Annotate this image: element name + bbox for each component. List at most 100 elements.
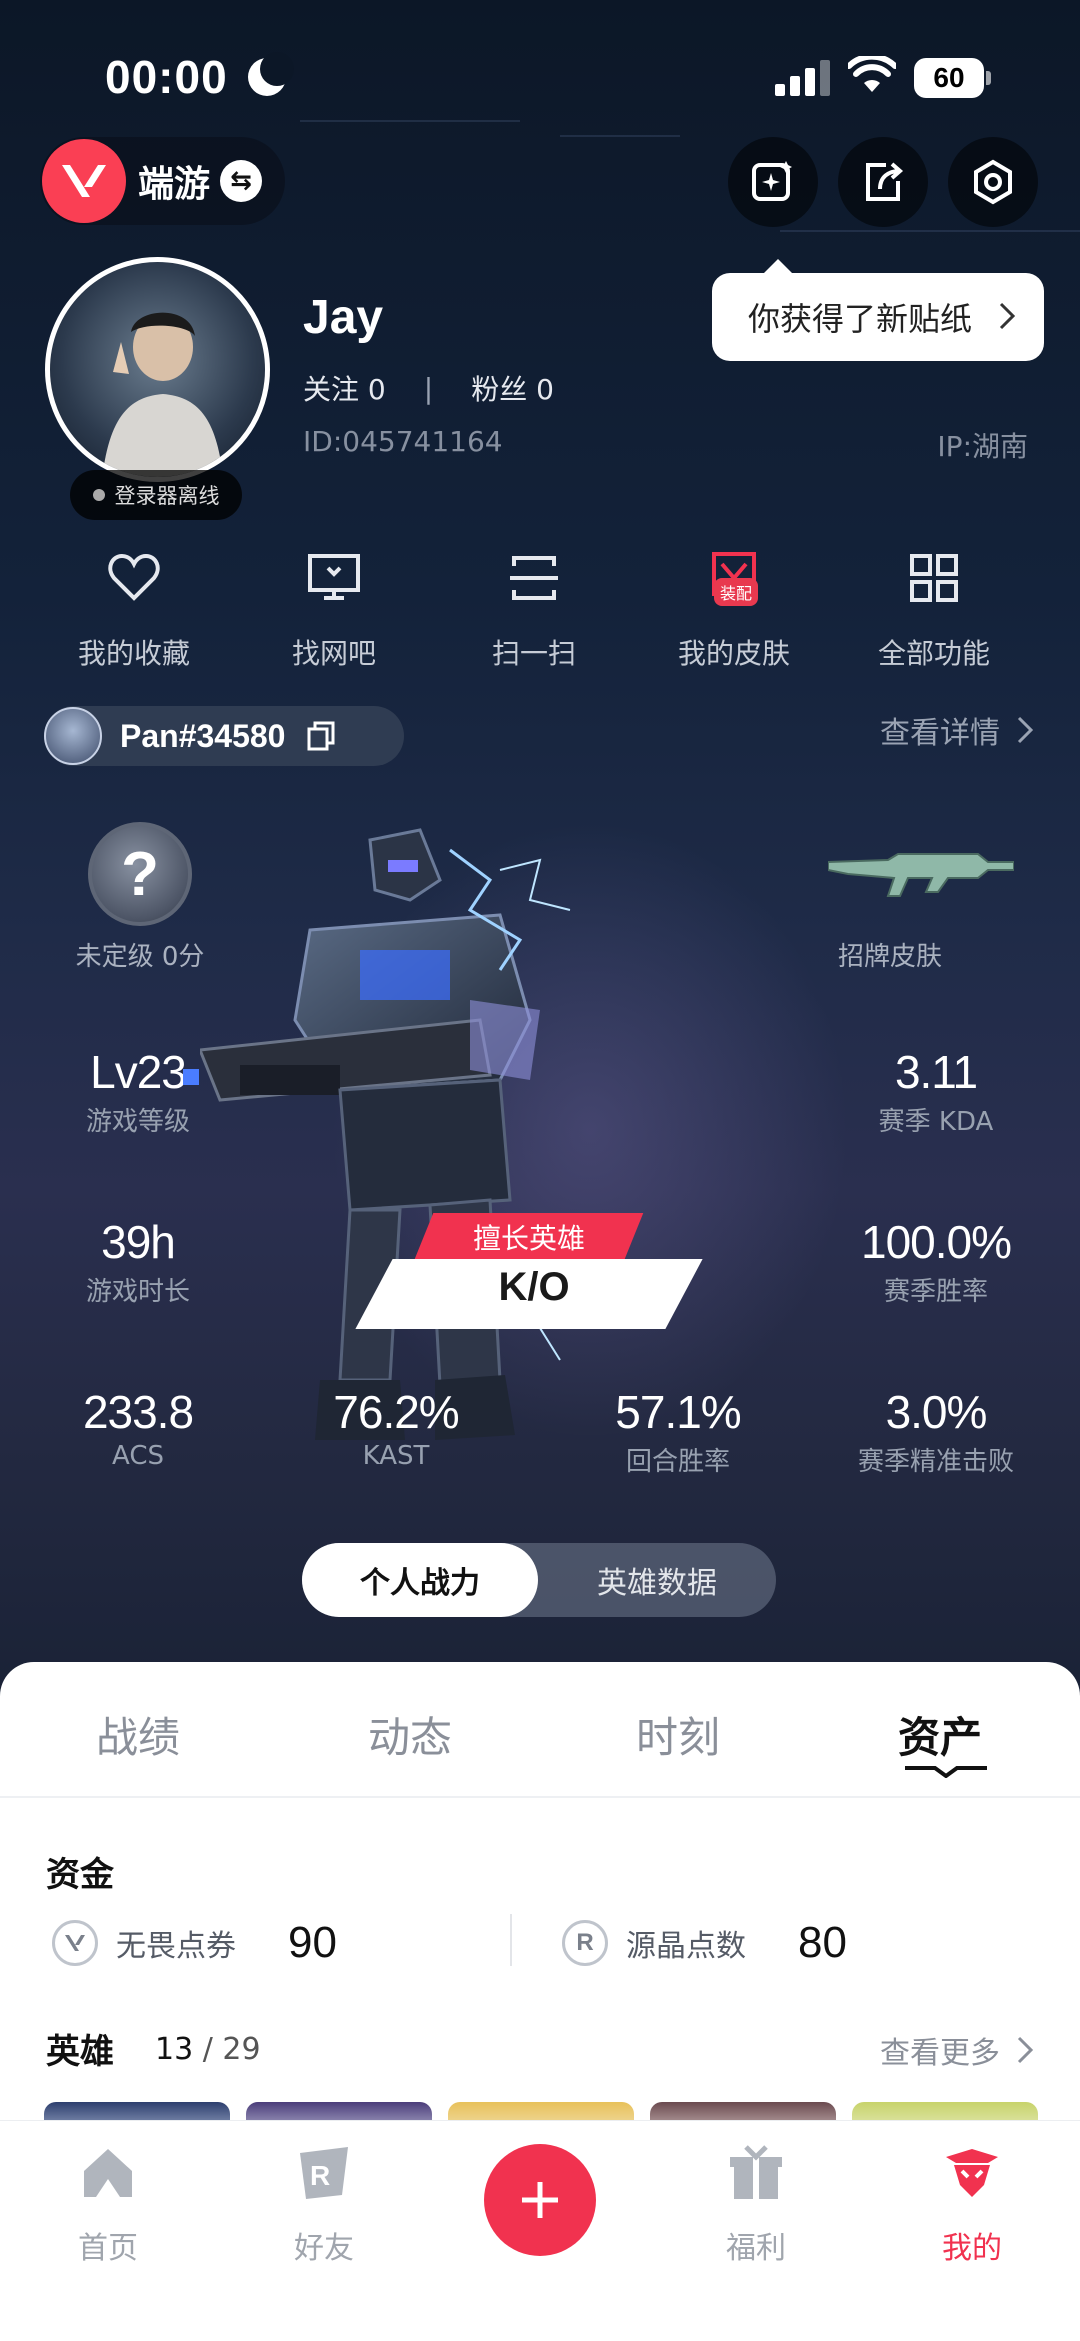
stat-value: Lv23	[90, 1046, 187, 1098]
avatar[interactable]	[45, 257, 270, 482]
heroes-owned: 13	[155, 2032, 194, 2067]
fans-link[interactable]: 粉丝 0	[471, 368, 554, 408]
valorant-points-label: 无畏点券	[116, 1929, 236, 1964]
level-indicator-dot	[183, 1069, 199, 1085]
fans-count: 0	[536, 373, 554, 406]
heroes-count: 13 / 29	[155, 2032, 261, 2067]
rifle-icon[interactable]	[828, 848, 1014, 898]
svg-text:R: R	[310, 2160, 330, 2191]
copy-icon[interactable]	[307, 721, 335, 751]
heart-icon	[108, 553, 160, 601]
segment-hero-data[interactable]: 英雄数据	[538, 1543, 776, 1617]
stat-label: 游戏时长	[85, 1277, 190, 1307]
radianite-points-icon: R	[562, 1920, 608, 1966]
heroes-more-link[interactable]: 查看更多	[880, 2028, 1034, 2072]
gift-icon	[730, 2145, 782, 2199]
rank-label: 未定级 0分	[75, 942, 205, 972]
equip-tag: 装配	[714, 578, 759, 606]
nav-rewards[interactable]: 福利	[676, 2141, 836, 2267]
username: Jay	[303, 291, 384, 344]
bottom-navigation: 首页 R 好友 福利 我的	[0, 2120, 1080, 2341]
stat-value: 233.8	[82, 1386, 194, 1438]
stat-value: 3.11	[894, 1046, 978, 1098]
share-icon	[866, 162, 904, 201]
quick-action-favorites[interactable]: 我的收藏	[34, 548, 234, 672]
nav-label: 福利	[726, 2231, 786, 2266]
active-tab-indicator	[905, 1766, 987, 1778]
friends-icon: R	[300, 2147, 348, 2199]
avatar-figure-icon	[102, 312, 223, 477]
best-hero-badge[interactable]: 擅长英雄 K/O	[355, 1213, 714, 1333]
tab-record[interactable]: 战绩	[96, 1704, 180, 1765]
stat-label: 游戏等级	[85, 1107, 190, 1137]
valorant-logo-icon	[42, 139, 126, 223]
following-link[interactable]: 关注 0	[303, 368, 386, 408]
stat-kda: 3.11 赛季 KDA	[826, 1045, 1046, 1138]
quick-action-label: 扫一扫	[491, 637, 576, 670]
user-id[interactable]: ID:045741164	[303, 425, 503, 458]
heroes-total: 29	[222, 2032, 261, 2067]
nav-label: 好友	[294, 2231, 354, 2266]
nav-label: 首页	[78, 2231, 138, 2266]
game-switch-button[interactable]: 端游 ⇆	[40, 137, 285, 225]
stat-value: 3.0%	[885, 1386, 988, 1438]
new-sticker-toast[interactable]: 你获得了新贴纸	[712, 259, 1044, 361]
fans-label: 粉丝	[471, 373, 528, 406]
battery-indicator: 60	[914, 58, 991, 98]
quick-action-label: 找网吧	[291, 637, 376, 670]
game-account-pill[interactable]: Pan#34580	[44, 706, 404, 766]
launcher-status-text: 登录器离线	[114, 484, 220, 508]
sticker-icon	[752, 161, 792, 201]
best-hero-name: K/O	[498, 1265, 570, 1309]
follow-separator: |	[423, 371, 434, 405]
heroes-more-label: 查看更多	[880, 2036, 1000, 2071]
stat-value: 57.1%	[615, 1386, 741, 1438]
quick-action-label: 我的收藏	[77, 637, 190, 670]
nav-friends[interactable]: R 好友	[244, 2141, 404, 2267]
sticker-button[interactable]	[728, 137, 818, 227]
stat-label: KAST	[362, 1441, 430, 1471]
rank-icon[interactable]: ?	[88, 822, 192, 926]
game-account-name: Pan#34580	[120, 717, 286, 754]
following-label: 关注	[303, 373, 360, 406]
stat-acs: 233.8 ACS	[28, 1385, 248, 1471]
radianite-points-row[interactable]: R 源晶点数 80	[562, 1918, 847, 1968]
radianite-points-label: 源晶点数	[626, 1929, 746, 1964]
status-time: 00:00	[105, 51, 228, 103]
create-post-button[interactable]	[484, 2144, 596, 2256]
valorant-points-value: 90	[288, 1918, 337, 1967]
launcher-status-badge: 登录器离线	[70, 470, 242, 520]
quick-action-net-cafe[interactable]: 找网吧	[234, 548, 434, 672]
quick-action-scan[interactable]: 扫一扫	[434, 548, 634, 672]
wifi-icon	[848, 56, 896, 92]
stat-label: 赛季精准击败	[857, 1447, 1014, 1477]
nav-me[interactable]: 我的	[892, 2141, 1052, 2267]
stats-segment-control: 个人战力 英雄数据	[302, 1543, 776, 1617]
stat-level: Lv23 游戏等级	[28, 1045, 248, 1138]
plus-icon	[522, 2182, 558, 2218]
stat-round-win: 57.1% 回合胜率	[568, 1385, 788, 1478]
tab-assets[interactable]: 资产	[898, 1704, 982, 1765]
signal-icon	[775, 58, 831, 96]
best-hero-tag: 擅长英雄	[472, 1222, 585, 1255]
nav-home[interactable]: 首页	[28, 2141, 188, 2267]
stat-label: 赛季胜率	[883, 1277, 988, 1307]
chevron-right-icon	[999, 302, 1016, 330]
segment-personal-power[interactable]: 个人战力	[302, 1543, 538, 1617]
signature-skin-label: 招牌皮肤	[838, 942, 943, 972]
currency-divider	[510, 1914, 512, 1966]
tab-moments[interactable]: 时刻	[636, 1704, 720, 1765]
tab-feed[interactable]: 动态	[368, 1704, 452, 1765]
ip-location: IP:湖南	[937, 430, 1028, 463]
quick-action-my-skins[interactable]: 装配 我的皮肤	[634, 548, 834, 672]
settings-button[interactable]	[948, 137, 1038, 227]
stat-label: 赛季 KDA	[878, 1107, 994, 1137]
view-details-label: 查看详情	[880, 716, 1000, 751]
view-details-link[interactable]: 查看详情	[880, 708, 1034, 752]
home-icon	[84, 2149, 132, 2197]
valorant-points-row[interactable]: 无畏点券 90	[52, 1918, 337, 1968]
share-button[interactable]	[838, 137, 928, 227]
valorant-points-icon	[52, 1920, 98, 1966]
quick-action-all-features[interactable]: 全部功能	[834, 548, 1034, 672]
following-count: 0	[367, 373, 386, 406]
